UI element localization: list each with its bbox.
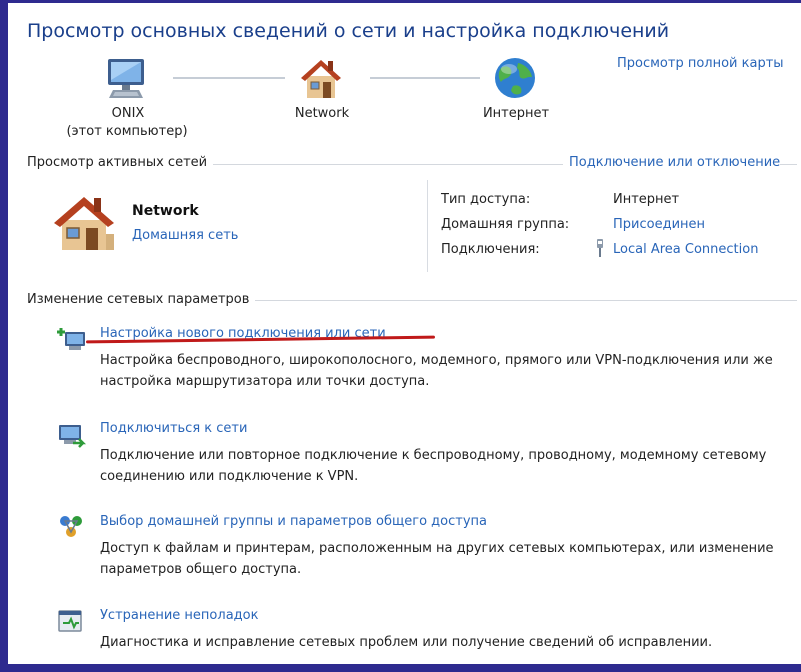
ethernet-plug-icon	[594, 238, 606, 258]
computer-subtitle: (этот компьютер)	[66, 124, 188, 139]
connections-value-link[interactable]: Local Area Connection	[613, 242, 758, 257]
details-separator	[427, 180, 428, 272]
access-type-label: Тип доступа:	[441, 192, 531, 207]
connections-label: Подключения:	[441, 242, 540, 257]
task-homegroup-link[interactable]: Выбор домашней группы и параметров общег…	[100, 514, 487, 529]
window-frame-left	[0, 0, 8, 672]
homegroup-label: Домашняя группа:	[441, 217, 570, 232]
troubleshoot-icon[interactable]	[55, 608, 87, 636]
internet-node-name: Интернет	[482, 106, 550, 121]
computer-icon[interactable]	[103, 54, 151, 102]
globe-icon[interactable]	[491, 54, 539, 102]
computer-name: ONIX	[111, 106, 145, 121]
access-type-value: Интернет	[613, 192, 680, 207]
connect-disconnect-link[interactable]: Подключение или отключение	[563, 155, 781, 170]
active-network-type-link[interactable]: Домашняя сеть	[132, 228, 238, 243]
map-link-computer-network	[173, 77, 285, 79]
change-settings-heading: Изменение сетевых параметров	[27, 292, 256, 307]
view-full-map-link[interactable]: Просмотр полной карты	[617, 56, 784, 71]
page-title: Просмотр основных сведений о сети и наст…	[27, 20, 670, 42]
homegroup-icon[interactable]	[55, 513, 87, 541]
house-icon[interactable]	[50, 190, 122, 254]
map-link-network-internet	[370, 77, 480, 79]
homegroup-value-link[interactable]: Присоединен	[613, 217, 705, 232]
window-frame-bottom	[0, 664, 801, 672]
active-network-name: Network	[132, 203, 199, 219]
connect-network-icon[interactable]	[55, 421, 87, 449]
house-icon[interactable]	[298, 54, 346, 102]
task-connect-network-link[interactable]: Подключиться к сети	[100, 421, 247, 436]
active-networks-heading: Просмотр активных сетей	[27, 155, 214, 170]
task-troubleshoot-desc: Диагностика и исправление сетевых пробле…	[100, 635, 713, 650]
task-troubleshoot-link[interactable]: Устранение неполадок	[100, 608, 258, 623]
window-frame-top	[0, 0, 801, 3]
network-node-name: Network	[294, 106, 350, 121]
task-new-connection-desc: Настройка беспроводного, широкополосного…	[100, 353, 773, 389]
task-connect-network-desc: Подключение или повторное подключение к …	[100, 448, 767, 484]
new-connection-icon[interactable]	[55, 326, 87, 354]
task-homegroup-desc: Доступ к файлам и принтерам, расположенн…	[100, 541, 774, 577]
